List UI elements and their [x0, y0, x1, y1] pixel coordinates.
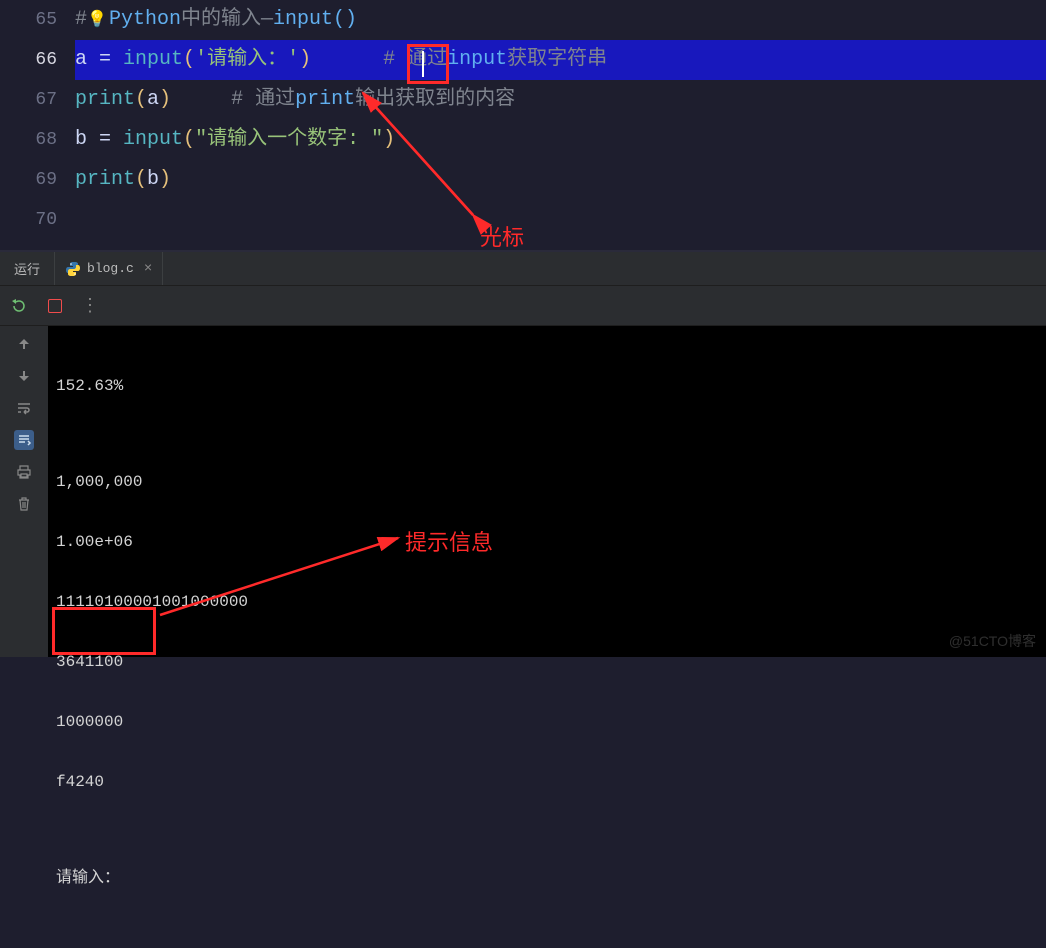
- watermark: @51CTO博客: [949, 631, 1036, 651]
- run-toolbar: ⋮: [0, 286, 1046, 326]
- rerun-icon[interactable]: [10, 297, 28, 315]
- console-line: 11110100001001000000: [56, 590, 1046, 614]
- line-number: 66: [0, 40, 57, 80]
- run-panel-label[interactable]: 运行: [0, 252, 55, 285]
- line-number: 65: [0, 0, 57, 40]
- line-number: 69: [0, 160, 57, 200]
- print-icon[interactable]: [14, 462, 34, 482]
- console-gutter: [0, 326, 48, 657]
- close-icon[interactable]: ×: [140, 261, 152, 277]
- code-line[interactable]: #💡Python中的输入—input(): [75, 0, 1046, 40]
- console: 152.63% 1,000,000 1.00e+06 1111010000100…: [0, 326, 1046, 657]
- code-line[interactable]: [75, 200, 1046, 240]
- soft-wrap-icon[interactable]: [14, 398, 34, 418]
- arrow-up-icon[interactable]: [14, 334, 34, 354]
- code-line[interactable]: b = input("请输入一个数字: "): [75, 120, 1046, 160]
- code-content[interactable]: #💡Python中的输入—input() a = input('请输入：') #…: [75, 0, 1046, 250]
- python-file-icon: [65, 261, 81, 277]
- console-line: f4240: [56, 770, 1046, 794]
- console-output[interactable]: 152.63% 1,000,000 1.00e+06 1111010000100…: [48, 326, 1046, 657]
- text-cursor: [422, 51, 424, 77]
- line-number: 68: [0, 120, 57, 160]
- run-tab[interactable]: blog.c ×: [55, 252, 163, 285]
- console-line: 3641100: [56, 650, 1046, 674]
- scroll-to-end-icon[interactable]: [14, 430, 34, 450]
- more-icon[interactable]: ⋮: [82, 297, 100, 315]
- code-line-active[interactable]: a = input('请输入：') # 通过input获取字符串: [75, 40, 1046, 80]
- stop-icon[interactable]: [46, 297, 64, 315]
- line-number: 67: [0, 80, 57, 120]
- console-line: 1,000,000: [56, 470, 1046, 494]
- lightbulb-icon: 💡: [87, 0, 107, 40]
- code-line[interactable]: print(a) # 通过print输出获取到的内容: [75, 80, 1046, 120]
- arrow-down-icon[interactable]: [14, 366, 34, 386]
- code-editor[interactable]: 65 66 67 68 69 70 #💡Python中的输入—input() a…: [0, 0, 1046, 250]
- code-line[interactable]: print(b): [75, 160, 1046, 200]
- line-number: 70: [0, 200, 57, 240]
- console-line: 1000000: [56, 710, 1046, 734]
- console-line: 152.63%: [56, 374, 1046, 398]
- line-number-gutter: 65 66 67 68 69 70: [0, 0, 75, 250]
- console-prompt[interactable]: 请输入：: [56, 866, 1046, 890]
- console-line: 1.00e+06: [56, 530, 1046, 554]
- run-panel-header: 运行 blog.c ×: [0, 252, 1046, 286]
- run-tab-filename: blog.c: [87, 261, 134, 276]
- trash-icon[interactable]: [14, 494, 34, 514]
